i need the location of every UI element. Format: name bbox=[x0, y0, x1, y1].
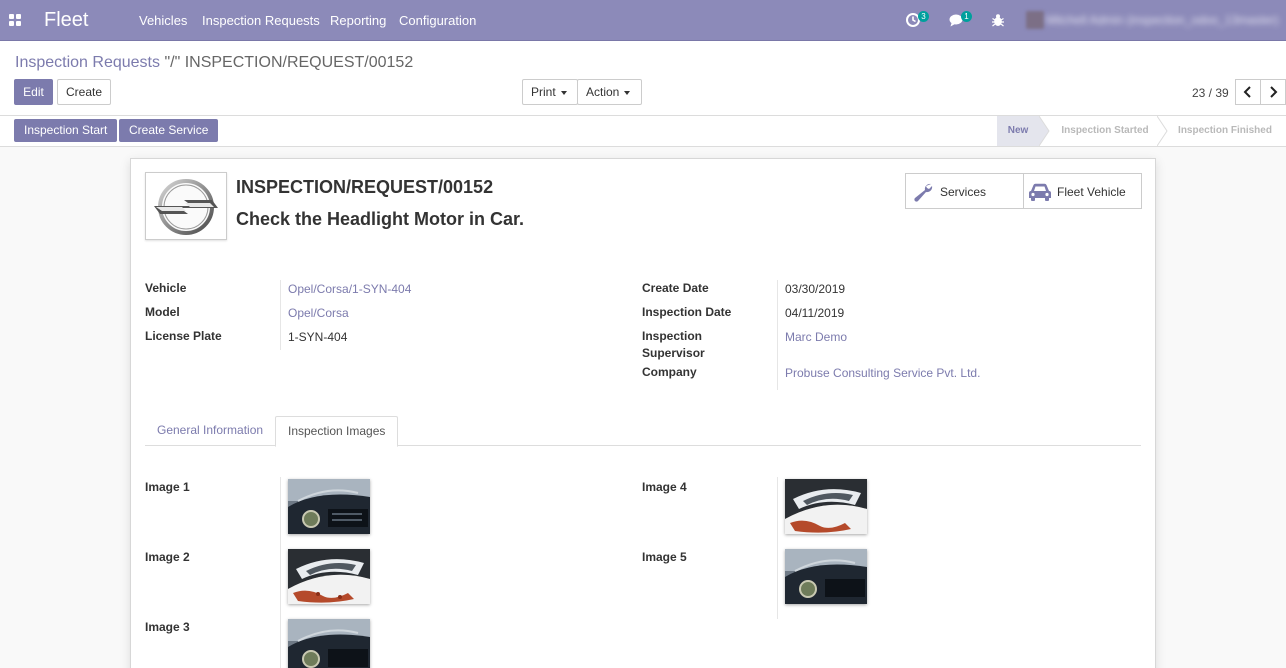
fleet-vehicle-label: Fleet Vehicle bbox=[1057, 185, 1126, 199]
stage-arrow-icon bbox=[1039, 116, 1050, 146]
tab-inspection-images[interactable]: Inspection Images bbox=[275, 416, 399, 447]
image-1-label: Image 1 bbox=[145, 480, 190, 494]
activity-count-badge: 3 bbox=[918, 11, 929, 22]
form-view: INSPECTION/REQUEST/00152 Check the Headl… bbox=[0, 147, 1286, 668]
menu-configuration[interactable]: Configuration bbox=[399, 13, 476, 28]
chevron-left-icon bbox=[1243, 86, 1251, 98]
inspection-date-label: Inspection Date bbox=[642, 305, 732, 319]
car-grille-photo[interactable] bbox=[785, 549, 867, 604]
tab-general-information[interactable]: General Information bbox=[145, 416, 275, 446]
create-date-value: 03/30/2019 bbox=[785, 282, 846, 296]
vehicle-link[interactable]: Opel/Corsa/1-SYN-404 bbox=[288, 282, 411, 296]
breadcrumb-parent-link[interactable]: Inspection Requests bbox=[15, 54, 160, 71]
stage-inspection-finished[interactable]: Inspection Finished bbox=[1170, 116, 1280, 146]
caret-down-icon bbox=[560, 90, 567, 95]
form-sheet: INSPECTION/REQUEST/00152 Check the Headl… bbox=[130, 158, 1156, 668]
record-description[interactable]: Check the Headlight Motor in Car. bbox=[236, 206, 526, 232]
menu-reporting[interactable]: Reporting bbox=[330, 13, 386, 28]
create-date-label: Create Date bbox=[642, 281, 709, 295]
top-navbar: Fleet Vehicles Inspection Requests Repor… bbox=[0, 0, 1286, 41]
model-link[interactable]: Opel/Corsa bbox=[288, 306, 349, 320]
license-plate-value: 1-SYN-404 bbox=[288, 330, 348, 344]
car-grille-photo[interactable] bbox=[288, 479, 370, 534]
image-4-label: Image 4 bbox=[642, 480, 687, 494]
vehicle-label: Vehicle bbox=[145, 281, 187, 295]
caret-down-icon bbox=[624, 90, 631, 95]
breadcrumb: Inspection Requests "/" INSPECTION/REQUE… bbox=[15, 54, 413, 72]
inspection-supervisor-link[interactable]: Marc Demo bbox=[785, 330, 847, 344]
image-3-label: Image 3 bbox=[145, 620, 190, 634]
breadcrumb-current: INSPECTION/REQUEST/00152 bbox=[184, 54, 414, 71]
field-divider bbox=[280, 477, 281, 668]
print-dropdown[interactable]: Print bbox=[522, 79, 578, 105]
inspection-start-button[interactable]: Inspection Start bbox=[14, 119, 118, 142]
stage-new[interactable]: New bbox=[997, 116, 1039, 146]
pager-value[interactable]: 23 / 39 bbox=[1192, 86, 1229, 100]
fleet-vehicle-smart-button[interactable]: Fleet Vehicle bbox=[1023, 173, 1142, 209]
model-label: Model bbox=[145, 305, 180, 319]
stage-arrow-icon bbox=[1157, 116, 1168, 146]
message-count-badge: 1 bbox=[961, 11, 972, 22]
avatar bbox=[1026, 11, 1044, 29]
create-button[interactable]: Create bbox=[57, 79, 111, 105]
vehicle-brand-logo[interactable] bbox=[145, 172, 227, 240]
user-name: Mitchell Admin (inspection_odoo_13master… bbox=[1046, 13, 1279, 27]
company-label: Company bbox=[642, 365, 697, 379]
control-panel: Inspection Requests "/" INSPECTION/REQUE… bbox=[0, 41, 1286, 116]
stage-inspection-started[interactable]: Inspection Started bbox=[1053, 116, 1157, 146]
create-service-button[interactable]: Create Service bbox=[119, 119, 219, 142]
debug-bug-icon[interactable] bbox=[990, 12, 1006, 28]
pager-next-button[interactable] bbox=[1260, 79, 1286, 105]
company-link[interactable]: Probuse Consulting Service Pvt. Ltd. bbox=[785, 366, 980, 380]
breadcrumb-separator: "/" bbox=[164, 54, 181, 71]
headlight-photo[interactable] bbox=[288, 549, 370, 604]
license-plate-label: License Plate bbox=[145, 329, 222, 343]
headlight-photo[interactable] bbox=[785, 479, 867, 534]
action-label: Action bbox=[586, 85, 620, 99]
field-divider bbox=[777, 477, 778, 619]
action-dropdown[interactable]: Action bbox=[577, 79, 642, 105]
app-title[interactable]: Fleet bbox=[44, 9, 88, 32]
edit-button[interactable]: Edit bbox=[14, 79, 53, 105]
car-grille-photo[interactable] bbox=[288, 619, 370, 668]
field-divider bbox=[280, 280, 281, 350]
inspection-supervisor-label: Inspection Supervisor bbox=[642, 329, 705, 360]
image-5-label: Image 5 bbox=[642, 550, 687, 564]
print-label: Print bbox=[531, 85, 556, 99]
menu-vehicles[interactable]: Vehicles bbox=[139, 13, 187, 28]
notebook-tabs: General Information Inspection Images bbox=[145, 416, 1141, 447]
field-divider bbox=[777, 280, 778, 390]
wrench-icon bbox=[914, 183, 933, 202]
pager-previous-button[interactable] bbox=[1235, 79, 1261, 105]
record-reference: INSPECTION/REQUEST/00152 bbox=[236, 177, 494, 197]
apps-menu-icon[interactable] bbox=[9, 14, 21, 26]
services-smart-button[interactable]: Services bbox=[905, 173, 1024, 209]
car-icon bbox=[1029, 183, 1051, 201]
image-2-label: Image 2 bbox=[145, 550, 190, 564]
inspection-date-value: 04/11/2019 bbox=[785, 306, 845, 320]
menu-inspection-requests[interactable]: Inspection Requests bbox=[202, 13, 320, 28]
form-statusbar: Inspection Start Create Service New Insp… bbox=[0, 116, 1286, 147]
services-label: Services bbox=[940, 185, 987, 199]
opel-logo-icon bbox=[154, 179, 218, 235]
chevron-right-icon bbox=[1270, 86, 1278, 98]
